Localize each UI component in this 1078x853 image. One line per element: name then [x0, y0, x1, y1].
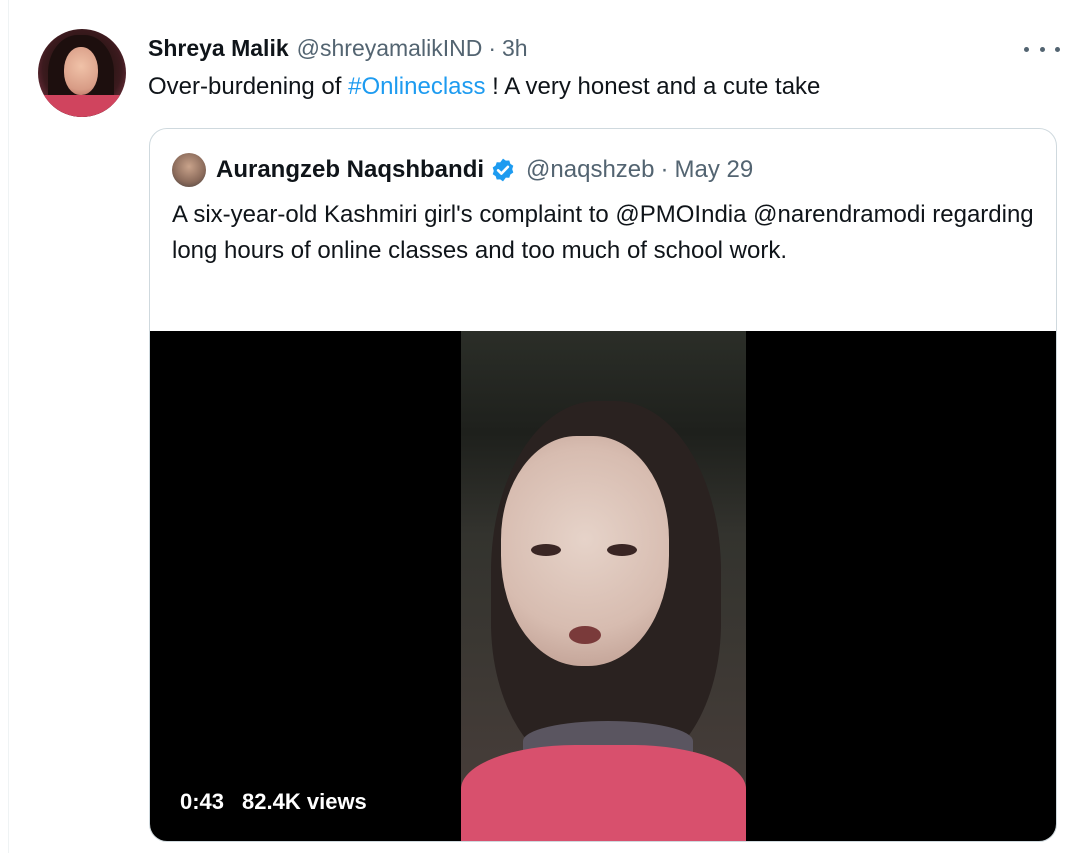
tweet-timestamp[interactable]: 3h	[502, 35, 528, 62]
quoted-tweet-date[interactable]: May 29	[674, 156, 753, 184]
quoted-tweet-text: A six-year-old Kashmiri girl's complaint…	[172, 201, 1034, 264]
quoted-author-handle[interactable]: @naqshzeb	[526, 156, 654, 184]
tweet-text-after: ! A very honest and a cute take	[485, 73, 821, 100]
tweet-header: Shreya Malik @shreyamalikIND · 3h	[148, 34, 528, 62]
quoted-author-avatar[interactable]	[172, 153, 206, 187]
quoted-tweet-card[interactable]: Aurangzeb Naqshbandi @naqshzeb · May 29 …	[149, 128, 1057, 842]
header-separator: ·	[488, 34, 496, 61]
quoted-tweet-header: Aurangzeb Naqshbandi @naqshzeb · May 29	[216, 155, 753, 185]
quoted-header-separator: ·	[660, 156, 669, 183]
verified-badge-icon	[490, 157, 516, 183]
author-display-name[interactable]: Shreya Malik	[148, 35, 289, 62]
tweet-text: Over-burdening of #Onlineclass ! A very …	[148, 70, 820, 104]
video-duration: 0:43	[180, 789, 225, 814]
author-avatar[interactable]	[38, 29, 126, 117]
hashtag-link[interactable]: #Onlineclass	[348, 73, 485, 100]
video-thumbnail	[461, 331, 746, 841]
video-view-count: 82.4K views	[242, 789, 367, 814]
author-handle[interactable]: @shreyamalikIND	[297, 35, 483, 62]
quoted-author-display-name[interactable]: Aurangzeb Naqshbandi	[216, 156, 484, 184]
tweet-text-before: Over-burdening of	[148, 73, 349, 100]
video-meta: 0:43 82.4K views	[180, 789, 367, 815]
video-player[interactable]: 0:43 82.4K views	[150, 331, 1056, 841]
timeline-divider	[8, 0, 9, 853]
more-horizontal-icon[interactable]	[1024, 38, 1060, 60]
